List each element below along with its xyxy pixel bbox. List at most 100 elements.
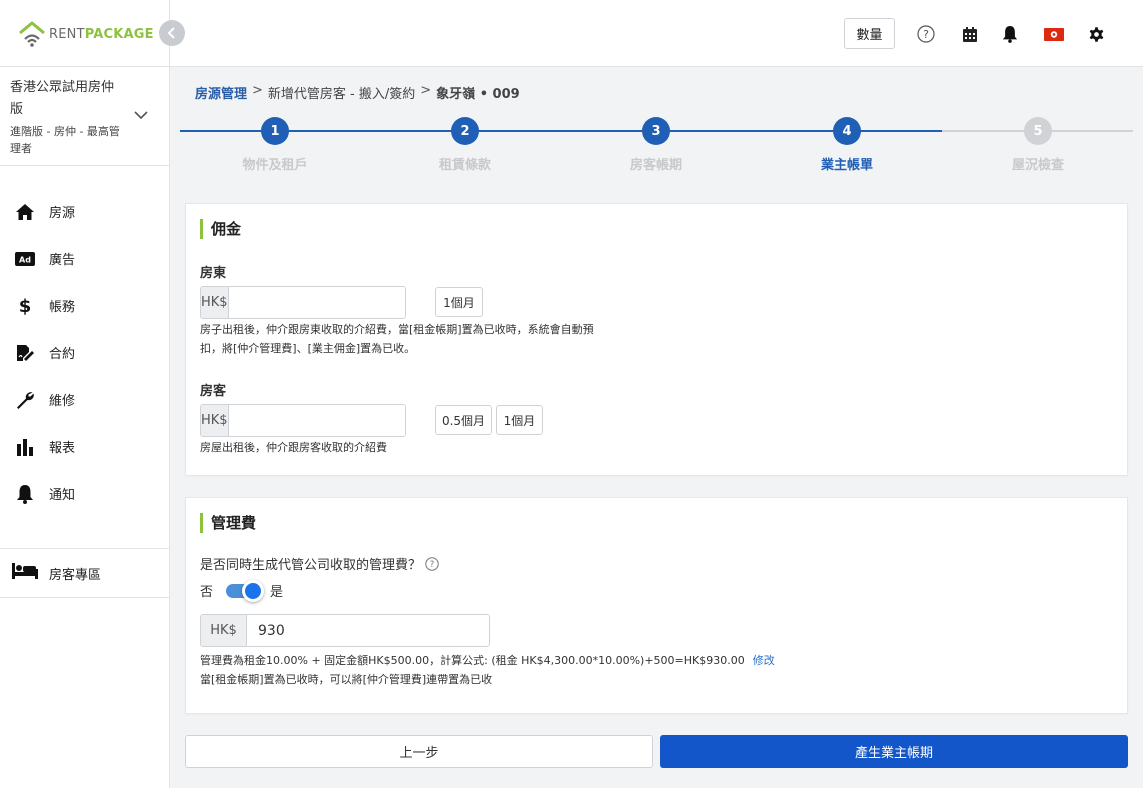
landlord-one-month-button[interactable]: 1個月 xyxy=(435,287,483,317)
top-header: 數量 ? xyxy=(170,0,1143,67)
tenant-one-month-button[interactable]: 1個月 xyxy=(496,405,543,435)
step-number: 4 xyxy=(833,117,861,145)
brand-logo[interactable]: RENTPACKAGE xyxy=(18,20,154,48)
hong-kong-flag-icon[interactable] xyxy=(1042,24,1066,44)
toggle-knob xyxy=(242,579,265,602)
step-number: 2 xyxy=(451,117,479,145)
svg-text:?: ? xyxy=(923,28,929,41)
breadcrumb-root-link[interactable]: 房源管理 xyxy=(195,83,247,102)
toggle-off-label: 否 xyxy=(200,585,214,600)
breadcrumb-middle: 新增代管房客 - 搬入/簽約 xyxy=(267,87,416,102)
dollar-icon: $ xyxy=(14,295,36,317)
management-fee-toggle[interactable] xyxy=(226,579,265,602)
management-fee-input[interactable] xyxy=(247,615,489,646)
sidebar-item-label: 通知 xyxy=(49,488,76,503)
landlord-help-text: 房子出租後，仲介跟房東收取的介紹費，當[租金帳期]置為已收時，系統會自動預 扣，… xyxy=(200,320,594,358)
sidebar-item-billing[interactable]: $ 帳務 xyxy=(0,282,170,329)
management-fee-formula: 管理費為租金10.00% + 固定金額HK$500.00，計算公式: (租金 H… xyxy=(200,654,745,667)
sidebar-item-tenant-zone[interactable]: 房客專區 xyxy=(0,548,170,598)
svg-text:$: $ xyxy=(19,296,32,316)
management-fee-toggle-row: 否 是 xyxy=(200,579,284,602)
landlord-label: 房東 xyxy=(200,266,227,281)
step-3[interactable]: 3 房客帳期 xyxy=(581,117,731,173)
step-number: 3 xyxy=(642,117,670,145)
help-circle-icon[interactable]: ? xyxy=(916,24,936,44)
step-number: 1 xyxy=(261,117,289,145)
breadcrumb: 房源管理 > 新增代管房客 - 搬入/簽約 > 象牙嶺 • 009 xyxy=(195,83,520,102)
sidebar-item-label: 帳務 xyxy=(49,300,76,315)
bed-icon xyxy=(12,563,38,583)
step-label: 屋況檢查 xyxy=(1011,158,1064,173)
generate-owner-billing-button[interactable]: 產生業主帳期 xyxy=(660,735,1128,768)
breadcrumb-separator: > xyxy=(252,83,263,98)
management-fee-title: 管理費 xyxy=(200,513,256,533)
step-label: 租賃條款 xyxy=(438,158,491,173)
step-1[interactable]: 1 物件及租戶 xyxy=(200,117,350,173)
tenant-commission-input-group: HK$ xyxy=(200,404,406,437)
sidebar-item-listings[interactable]: 房源 xyxy=(0,188,170,235)
toggle-on-label: 是 xyxy=(270,585,284,600)
tenant-half-month-button[interactable]: 0.5個月 xyxy=(435,405,492,435)
quantity-button[interactable]: 數量 xyxy=(844,18,895,49)
house-wifi-logo-icon xyxy=(19,21,45,47)
sidebar-collapse-button[interactable] xyxy=(159,20,185,46)
sidebar-item-label: 房客專區 xyxy=(49,567,102,583)
step-2[interactable]: 2 租賃條款 xyxy=(390,117,540,173)
landlord-help-line: 房子出租後，仲介跟房東收取的介紹費，當[租金帳期]置為已收時，系統會自動預 xyxy=(200,323,594,336)
commission-card: 佣金 房東 HK$ 1個月 房子出租後，仲介跟房東收取的介紹費，當[租金帳期]置… xyxy=(185,203,1128,476)
ad-icon: Ad xyxy=(14,248,36,270)
sidebar-item-label: 廣告 xyxy=(49,253,76,268)
sidebar-item-label: 合約 xyxy=(49,347,76,362)
sidebar-item-contracts[interactable]: 合約 xyxy=(0,329,170,376)
sidebar-item-maintenance[interactable]: 維修 xyxy=(0,376,170,423)
contract-sign-icon xyxy=(14,342,36,364)
account-plan: 進階版 - 房仲 - 最高管理者 xyxy=(10,125,120,155)
management-fee-help: 管理費為租金10.00% + 固定金額HK$500.00，計算公式: (租金 H… xyxy=(200,651,775,689)
bell-icon[interactable] xyxy=(1000,24,1020,44)
management-fee-formula-line: 管理費為租金10.00% + 固定金額HK$500.00，計算公式: (租金 H… xyxy=(200,651,775,670)
step-4[interactable]: 4 業主帳單 xyxy=(772,117,922,173)
management-fee-question: 是否同時生成代管公司收取的管理費？ ? xyxy=(200,554,439,573)
previous-step-button[interactable]: 上一步 xyxy=(185,735,653,768)
step-label: 房客帳期 xyxy=(629,158,682,173)
svg-text:?: ? xyxy=(430,560,435,570)
brand-rent: RENT xyxy=(49,26,85,42)
wrench-icon xyxy=(14,389,36,411)
currency-prefix: HK$ xyxy=(201,615,247,646)
landlord-commission-input-group: HK$ xyxy=(200,286,406,319)
sidebar-item-label: 報表 xyxy=(49,441,76,456)
home-icon xyxy=(14,201,36,223)
step-label: 業主帳單 xyxy=(820,158,873,173)
account-name: 香港公眾試用房仲版 xyxy=(10,80,115,117)
bell-icon xyxy=(14,483,36,505)
sidebar-item-reports[interactable]: 報表 xyxy=(0,423,170,470)
step-label: 物件及租戶 xyxy=(242,158,308,173)
sidebar-item-label: 房源 xyxy=(49,206,76,221)
tenant-help-text: 房屋出租後，仲介跟房客收取的介紹費 xyxy=(200,441,387,454)
management-fee-card: 管理費 是否同時生成代管公司收取的管理費？ ? 否 是 HK$ 管理費為租金10… xyxy=(185,497,1128,714)
calendar-icon[interactable] xyxy=(960,24,980,44)
edit-formula-link[interactable]: 修改 xyxy=(753,654,775,667)
chevron-down-icon[interactable] xyxy=(134,111,148,120)
step-number: 5 xyxy=(1024,117,1052,145)
currency-prefix: HK$ xyxy=(201,287,229,318)
sidebar-item-ads[interactable]: Ad 廣告 xyxy=(0,235,170,282)
gear-icon[interactable] xyxy=(1086,24,1106,44)
sidebar-item-notifications[interactable]: 通知 xyxy=(0,470,170,517)
help-circle-icon[interactable]: ? xyxy=(425,556,439,571)
breadcrumb-separator: > xyxy=(420,83,432,98)
currency-prefix: HK$ xyxy=(201,405,229,436)
tenant-commission-input[interactable] xyxy=(228,405,405,436)
management-fee-question-text: 是否同時生成代管公司收取的管理費？ xyxy=(200,558,422,573)
brand-package: PACKAGE xyxy=(84,26,154,42)
chevron-left-icon xyxy=(167,27,175,39)
bar-chart-icon xyxy=(14,436,36,458)
landlord-help-line: 扣，將[仲介管理費]、[業主佣金]置為已收。 xyxy=(200,342,416,355)
landlord-commission-input[interactable] xyxy=(228,287,405,318)
svg-text:Ad: Ad xyxy=(19,255,31,264)
account-switcher[interactable]: 香港公眾試用房仲版 進階版 - 房仲 - 最高管理者 xyxy=(0,66,170,166)
commission-title: 佣金 xyxy=(200,219,241,239)
step-5[interactable]: 5 屋況檢查 xyxy=(963,117,1113,173)
sidebar-item-label: 維修 xyxy=(49,394,76,409)
sidebar-menu: 房源 Ad 廣告 $ 帳務 合約 維修 報表 通知 xyxy=(0,188,170,517)
